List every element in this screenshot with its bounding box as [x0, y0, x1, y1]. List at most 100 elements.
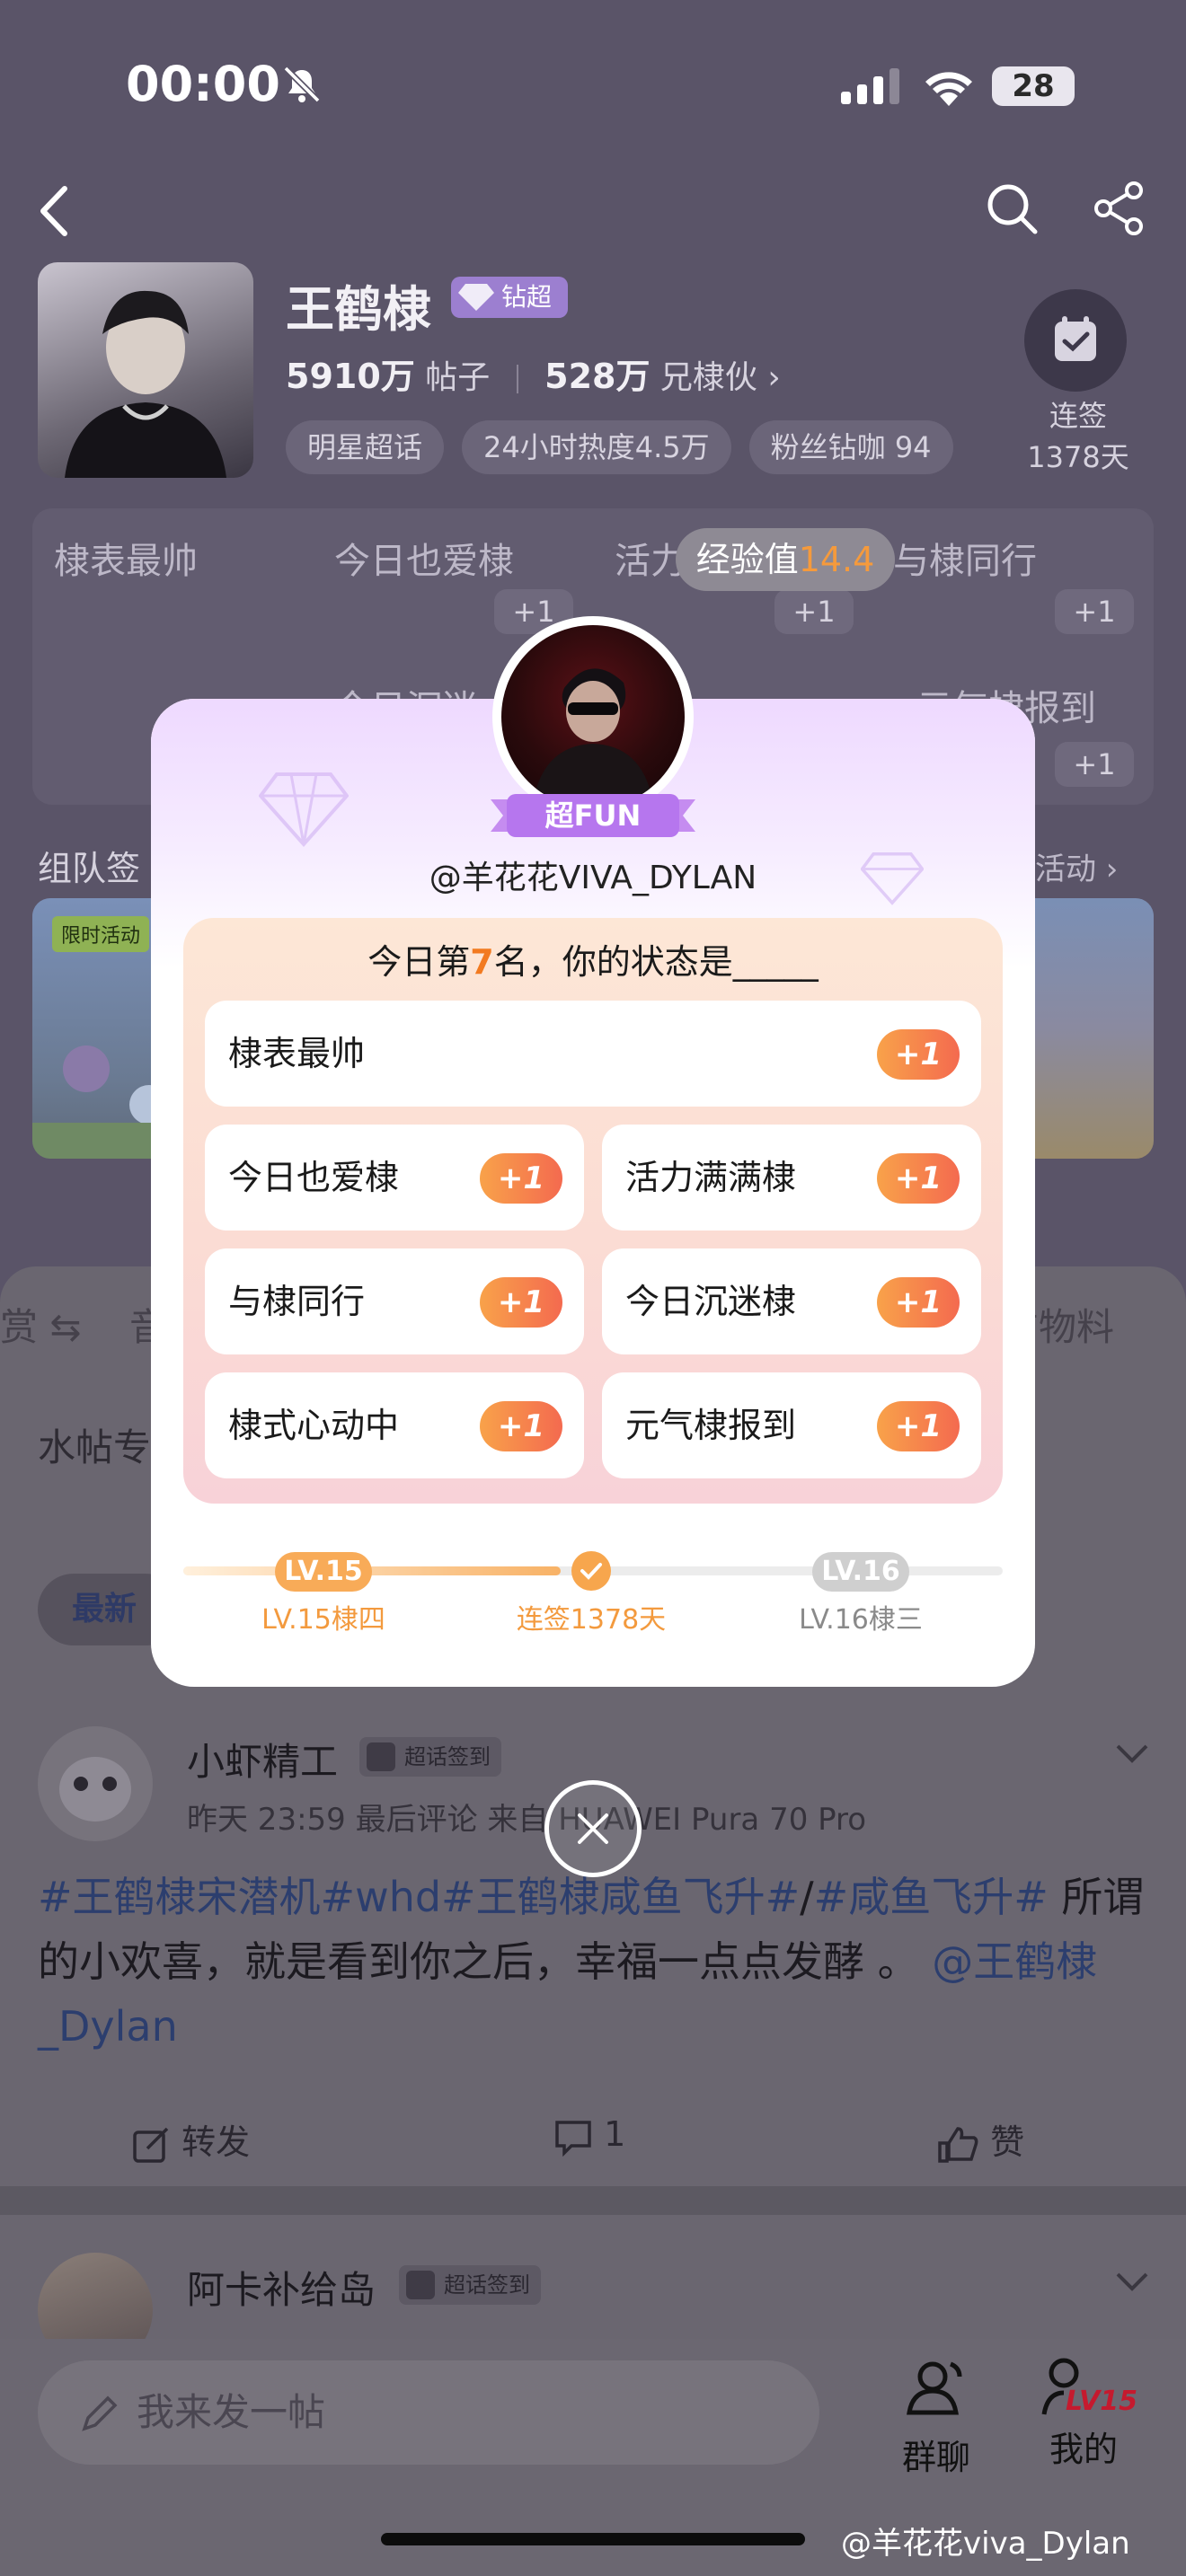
avatar[interactable]	[38, 1726, 153, 1841]
status-item[interactable]: 棣式心动中 +1	[205, 1372, 584, 1478]
topic-tags: 明星超话 24小时热度4.5万 粉丝钻咖 94	[286, 420, 953, 474]
status-item-label: 棣式心动中	[228, 1406, 400, 1445]
status-item-label: 与棣同行	[228, 1282, 366, 1321]
profile-level-icon: LV15	[1033, 2353, 1137, 2422]
checkin-badge-label: 超话签到	[404, 1744, 491, 1769]
checkin-badge-label: 超话签到	[444, 2272, 530, 2298]
hot-plus-button[interactable]: +1	[1055, 589, 1134, 634]
exp-value: 14.4	[798, 540, 875, 579]
diamond-decoration-icon	[259, 772, 349, 848]
post-meta: 昨天 23:59 最后评论 来自 HUAWEI Pura 70 Pro	[187, 1802, 867, 1838]
modal-username: @羊花花VIVA_DYLAN	[429, 860, 757, 896]
repost-label: 转发	[181, 2122, 251, 2162]
modal-avatar	[501, 625, 685, 808]
current-level-pill: LV.15	[275, 1552, 372, 1592]
fans-label[interactable]: 兄棣伙	[660, 359, 757, 396]
water-post-label[interactable]: 水帖专	[38, 1417, 151, 1472]
plus-one-button[interactable]: +1	[877, 1401, 960, 1451]
mine-label: 我的	[1049, 2430, 1118, 2469]
sign-in-button[interactable]	[1024, 289, 1127, 392]
status-time: 00:00	[126, 56, 280, 112]
team-checkin-title: 组队签	[38, 849, 141, 888]
mine-button[interactable]: LV15 我的	[1033, 2353, 1137, 2471]
status-item[interactable]: 今日沉迷棣 +1	[602, 1248, 981, 1354]
watermark: @羊花花viva_Dylan	[841, 2526, 1130, 2562]
diamond-badge-label: 钻超	[501, 282, 553, 312]
topic-avatar[interactable]	[38, 262, 253, 478]
panel-title-suffix: 名，你的状态是_____	[493, 942, 819, 982]
search-icon[interactable]	[983, 180, 1040, 237]
post-author[interactable]: 小虾精工	[187, 1732, 338, 1786]
mute-bell-icon	[283, 66, 321, 103]
compose-input[interactable]: 我来发一帖	[38, 2360, 819, 2465]
hashtag-link[interactable]: #咸鱼飞升#	[814, 1873, 1049, 1921]
hot-cell-label: 今日也爱棣	[334, 541, 514, 582]
cellular-signal-icon	[841, 68, 899, 104]
posts-count: 5910万	[286, 357, 415, 396]
status-item[interactable]: 元气棣报到 +1	[602, 1372, 981, 1478]
tag-star-topic[interactable]: 明星超话	[286, 420, 445, 474]
post-actions: 转发 1 赞	[0, 2102, 1186, 2174]
comment-button[interactable]: 1	[553, 2114, 625, 2157]
current-level-caption: LV.15棣四	[261, 1604, 385, 1636]
next-level-caption: LV.16棣三	[799, 1604, 923, 1636]
level-progress-fill	[183, 1566, 561, 1575]
checkin-badge: 超话签到	[399, 2265, 541, 2305]
back-arrow-icon[interactable]	[27, 180, 81, 243]
diamond-badge[interactable]: 钻超	[451, 277, 569, 318]
hot-cell-label: 棣表最帅	[54, 541, 198, 582]
close-button[interactable]	[544, 1780, 642, 1877]
status-item[interactable]: 与棣同行 +1	[205, 1248, 584, 1354]
comment-count: 1	[604, 2114, 626, 2154]
repost-button[interactable]: 转发	[131, 2114, 250, 2165]
tag-heat[interactable]: 24小时热度4.5万	[462, 420, 731, 474]
plus-one-button[interactable]: +1	[480, 1277, 562, 1328]
like-button[interactable]: 赞	[936, 2114, 1024, 2165]
like-label: 赞	[990, 2122, 1025, 2162]
plus-one-button[interactable]: +1	[480, 1401, 562, 1451]
chevron-down-icon[interactable]	[1112, 2262, 1152, 2301]
plus-one-button[interactable]: +1	[877, 1029, 960, 1080]
topic-name: 王鹤棣	[286, 281, 431, 338]
status-item-label: 元气棣报到	[625, 1406, 797, 1445]
tag-fan-level[interactable]: 粉丝钻咖 94	[748, 420, 953, 474]
stats-divider	[516, 365, 518, 393]
status-item-label: 今日沉迷棣	[625, 1282, 797, 1321]
battery-indicator: 28	[992, 66, 1075, 106]
streak-caption: 连签1378天	[516, 1604, 667, 1636]
check-icon	[406, 2271, 435, 2299]
hot-cell-label: 与棣同行	[893, 541, 1037, 582]
status-item[interactable]: 今日也爱棣 +1	[205, 1125, 584, 1231]
chevron-down-icon[interactable]	[1112, 1734, 1152, 1773]
fans-count[interactable]: 528万	[544, 357, 650, 396]
panel-title: 今日第7名，你的状态是_____	[183, 934, 1003, 984]
diamond-icon	[458, 284, 494, 311]
home-indicator	[381, 2533, 805, 2545]
tab-reward[interactable]: 赏 ⇆	[0, 1297, 82, 1352]
hashtag-link[interactable]: #王鹤棣宋潜机#whd#王鹤棣咸鱼飞升#	[38, 1873, 800, 1921]
hot-plus-button[interactable]: +1	[774, 589, 854, 634]
post-body[interactable]: #王鹤棣宋潜机#whd#王鹤棣咸鱼飞升#/#咸鱼飞升# 所谓的小欢喜，就是看到你…	[38, 1865, 1152, 2059]
rank-number: 7	[470, 942, 494, 982]
share-icon[interactable]	[1091, 180, 1148, 237]
streak-check-icon	[571, 1551, 611, 1591]
hot-plus-button[interactable]: +1	[1055, 742, 1134, 787]
status-panel: 今日第7名，你的状态是_____ 棣表最帅 +1 今日也爱棣 +1 活力满满棣 …	[183, 918, 1003, 1504]
pen-icon	[82, 2395, 118, 2431]
exp-toast: 经验值14.4	[676, 528, 895, 591]
status-item[interactable]: 活力满满棣 +1	[602, 1125, 981, 1231]
plus-one-button[interactable]: +1	[877, 1153, 960, 1204]
plus-one-button[interactable]: +1	[480, 1153, 562, 1204]
post-author[interactable]: 阿卡补给岛	[187, 2260, 376, 2315]
calendar-check-icon	[1055, 316, 1096, 361]
chevron-right-icon[interactable]: ›	[767, 359, 780, 396]
status-bar: 00:00 28	[0, 0, 1186, 171]
exp-label: 经验值	[695, 540, 799, 579]
close-icon	[578, 1813, 608, 1844]
compose-placeholder: 我来发一帖	[137, 2390, 326, 2434]
group-chat-button[interactable]: 群聊	[886, 2353, 987, 2479]
plus-one-button[interactable]: +1	[877, 1277, 960, 1328]
cartoon-avatar-icon	[59, 1757, 131, 1822]
person-photo-icon	[532, 668, 654, 808]
status-item[interactable]: 棣表最帅 +1	[205, 1001, 981, 1107]
